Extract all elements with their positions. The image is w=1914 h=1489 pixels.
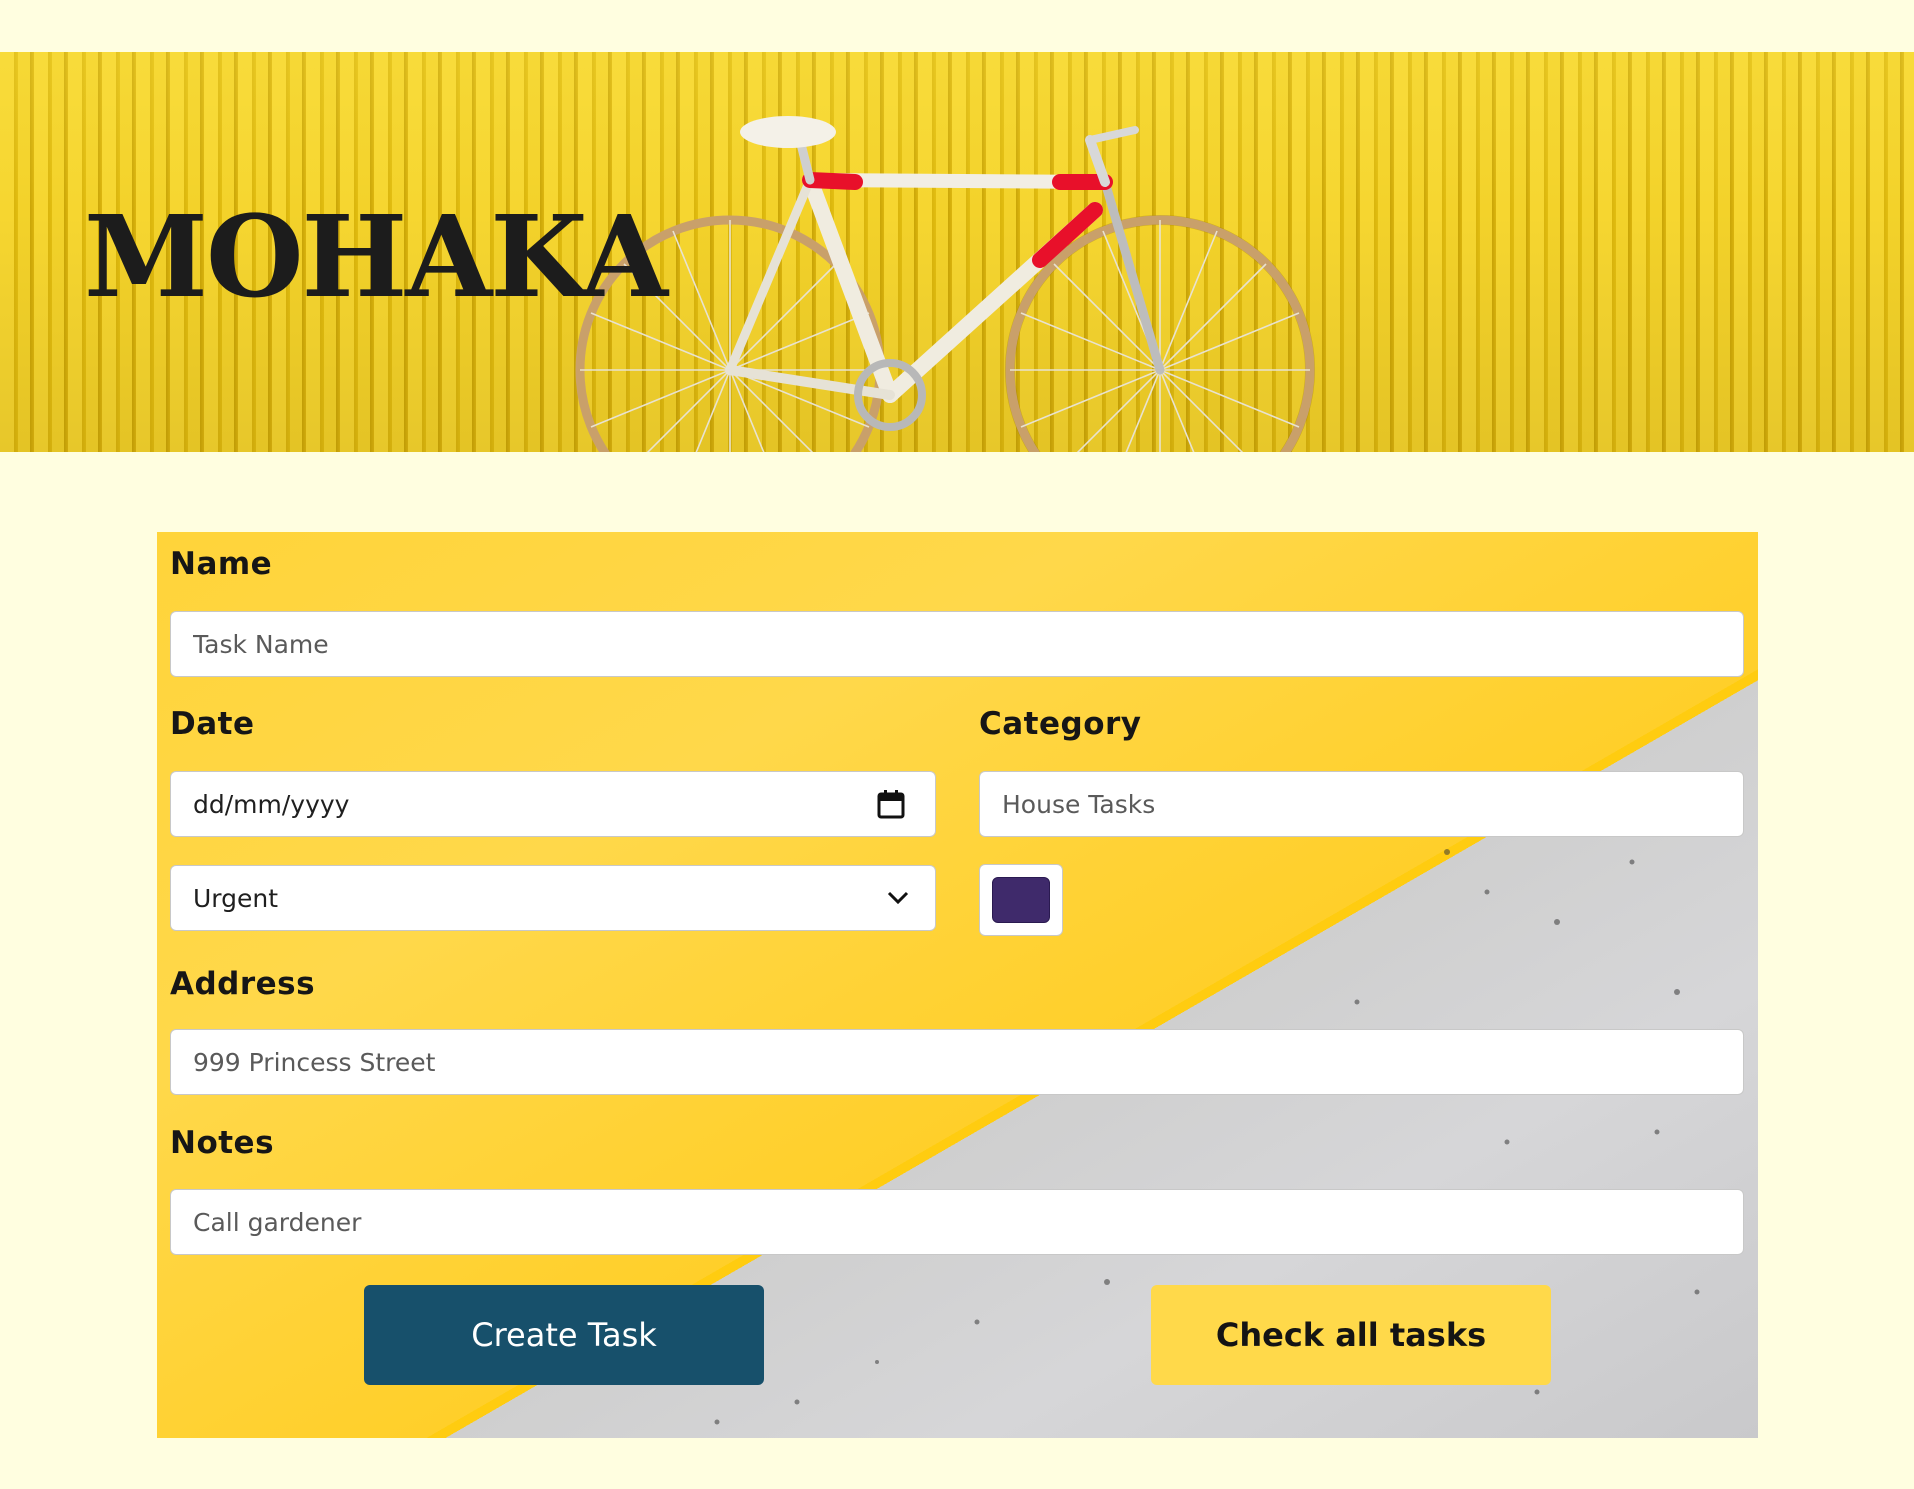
category-label: Category <box>979 706 1142 742</box>
color-picker[interactable] <box>979 864 1063 936</box>
create-task-button[interactable]: Create Task <box>364 1285 764 1385</box>
check-all-tasks-button[interactable]: Check all tasks <box>1151 1285 1551 1385</box>
task-name-input[interactable] <box>170 611 1744 677</box>
hero-banner: MOHAKA <box>0 52 1914 452</box>
color-swatch <box>992 877 1050 923</box>
bicycle-image <box>575 116 1315 452</box>
date-value: dd/mm/yyyy <box>193 789 350 819</box>
address-label: Address <box>170 966 316 1002</box>
chevron-down-icon <box>887 891 909 905</box>
category-input[interactable] <box>979 771 1744 837</box>
calendar-icon[interactable] <box>877 789 905 819</box>
priority-select[interactable]: Urgent <box>170 865 936 931</box>
date-label: Date <box>170 706 255 742</box>
notes-label: Notes <box>170 1125 275 1161</box>
name-label: Name <box>170 546 273 582</box>
priority-selected-value: Urgent <box>193 883 279 913</box>
notes-input[interactable] <box>170 1189 1744 1255</box>
task-form: Name Date dd/mm/yyyy Category Urgent Add… <box>157 532 1758 1438</box>
site-title: MOHAKA <box>84 192 668 323</box>
address-input[interactable] <box>170 1029 1744 1095</box>
date-input[interactable]: dd/mm/yyyy <box>170 771 936 837</box>
